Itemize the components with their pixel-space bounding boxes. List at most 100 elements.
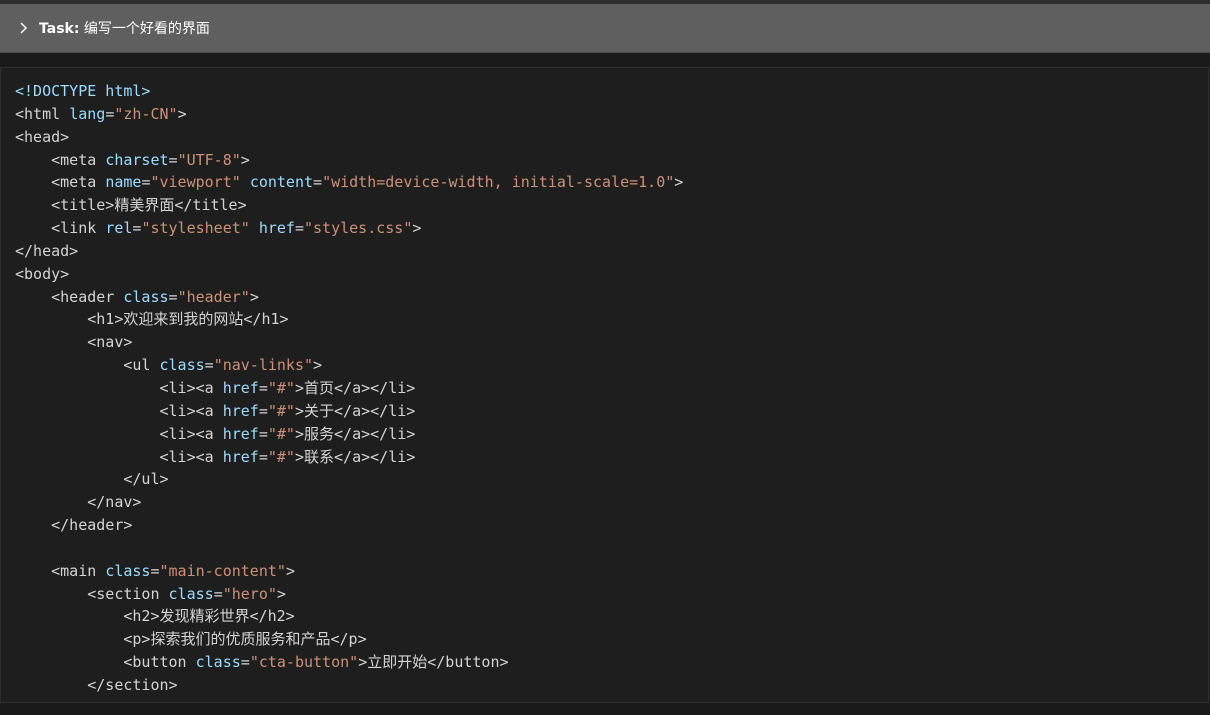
code-token: <link	[15, 219, 106, 238]
code-token: 首页	[304, 378, 335, 397]
code-token: "stylesheet"	[141, 219, 250, 238]
code-token: >	[294, 378, 304, 397]
code-token: content	[249, 173, 314, 192]
code-token: href	[258, 219, 295, 238]
code-token: "hero"	[222, 584, 277, 603]
code-token: <body>	[15, 264, 70, 283]
code-token: </h2>	[249, 607, 295, 626]
code-token: </title>	[174, 196, 247, 215]
chevron-right-icon[interactable]	[16, 21, 30, 35]
code-line: <li><a href="#">首页</a></li>	[15, 377, 1208, 400]
code-token: "main-content"	[159, 561, 286, 580]
code-token: >	[412, 219, 422, 238]
code-token: 联系	[304, 447, 335, 466]
code-token: rel	[105, 219, 133, 238]
code-token: <!DOCTYPE html>	[15, 82, 151, 100]
code-token: charset	[105, 150, 169, 169]
code-token: <main	[15, 561, 106, 580]
code-token: class	[195, 653, 241, 672]
code-line: <h1>欢迎来到我的网站</h1>	[15, 308, 1208, 331]
code-token: <head>	[15, 127, 70, 146]
code-token: </button>	[427, 653, 509, 672]
code-line: <head>	[15, 126, 1208, 149]
code-line: </head>	[15, 240, 1208, 263]
code-token: "zh-CN"	[114, 104, 178, 123]
code-line: <main class="main-content">	[15, 560, 1208, 583]
code-token: <h1>	[15, 310, 124, 329]
code-token: >	[313, 356, 323, 375]
code-line: <!DOCTYPE html>	[15, 80, 1208, 103]
code-token: 探索我们的优质服务和产品	[150, 630, 331, 649]
code-token: <html	[15, 104, 70, 123]
code-token: >	[294, 401, 304, 420]
code-line: </header>	[15, 514, 1208, 537]
code-token: 服务	[304, 424, 335, 443]
code-line: <li><a href="#">联系</a></li>	[15, 446, 1208, 469]
code-token: </a></li>	[334, 447, 416, 466]
code-token: 关于	[304, 401, 335, 420]
task-header[interactable]: Task: 编写一个好看的界面	[0, 4, 1210, 53]
code-token: =	[258, 447, 268, 466]
code-line: <title>精美界面</title>	[15, 194, 1208, 217]
code-token: =	[168, 150, 178, 169]
code-token: href	[222, 378, 259, 397]
code-token: </p>	[330, 630, 367, 649]
code-token: =	[105, 104, 115, 123]
code-token: lang	[69, 104, 106, 123]
code-token: </a></li>	[334, 401, 416, 420]
code-block[interactable]: <!DOCTYPE html> <html lang="zh-CN"> <head>…	[0, 67, 1209, 703]
code-token: </a></li>	[334, 424, 416, 443]
code-token: "header"	[177, 287, 250, 306]
code-line: <li><a href="#">服务</a></li>	[15, 423, 1208, 446]
code-token: class	[105, 561, 151, 580]
code-token: <nav>	[15, 333, 133, 352]
code-line: <html lang="zh-CN">	[15, 103, 1208, 126]
code-token: 欢迎来到我的网站	[123, 310, 244, 329]
code-line: <button class="cta-button">立即开始</button>	[15, 651, 1208, 674]
code-token: =	[258, 424, 268, 443]
bottom-strip	[0, 703, 1210, 715]
code-token: class	[168, 584, 214, 603]
code-token: =	[294, 219, 304, 238]
code-token: >	[177, 104, 187, 123]
code-content: <!DOCTYPE html> <html lang="zh-CN"> <head>…	[1, 68, 1208, 697]
code-token: =	[258, 378, 268, 397]
code-token: >	[674, 173, 684, 192]
code-token: >	[294, 424, 304, 443]
code-token: <title>	[15, 196, 115, 215]
code-token: "cta-button"	[249, 653, 359, 672]
code-token: <button	[15, 653, 196, 672]
code-line: <section class="hero">	[15, 583, 1208, 606]
code-token: href	[222, 401, 259, 420]
code-line: <meta charset="UTF-8">	[15, 149, 1208, 172]
code-line: <h2>发现精彩世界</h2>	[15, 605, 1208, 628]
task-name: 编写一个好看的界面	[83, 21, 210, 37]
code-token: >	[358, 653, 368, 672]
code-token: "UTF-8"	[177, 150, 241, 169]
code-token: <meta	[15, 150, 106, 169]
code-token: >	[294, 447, 304, 466]
code-line: <header class="header">	[15, 286, 1208, 309]
code-token: <li><a	[15, 378, 223, 397]
code-line: <li><a href="#">关于</a></li>	[15, 400, 1208, 423]
code-token: "width=device-width, initial-scale=1.0"	[322, 173, 675, 192]
code-token: <meta	[15, 173, 106, 192]
code-token: =	[168, 287, 178, 306]
code-token: "#"	[267, 378, 295, 397]
code-token: 立即开始	[367, 653, 428, 672]
code-token: href	[222, 447, 259, 466]
code-line: <meta name="viewport" content="width=dev…	[15, 171, 1208, 194]
code-token: </h1>	[243, 310, 289, 329]
code-token: >	[276, 584, 286, 603]
code-token: =	[258, 401, 268, 420]
code-token: >	[240, 150, 250, 169]
code-token: =	[313, 173, 323, 192]
code-line: </ul>	[15, 468, 1208, 491]
code-token: =	[150, 561, 160, 580]
code-token: class	[123, 287, 169, 306]
code-token: "#"	[267, 447, 295, 466]
code-token: =	[240, 653, 250, 672]
code-token: "styles.css"	[304, 219, 413, 238]
